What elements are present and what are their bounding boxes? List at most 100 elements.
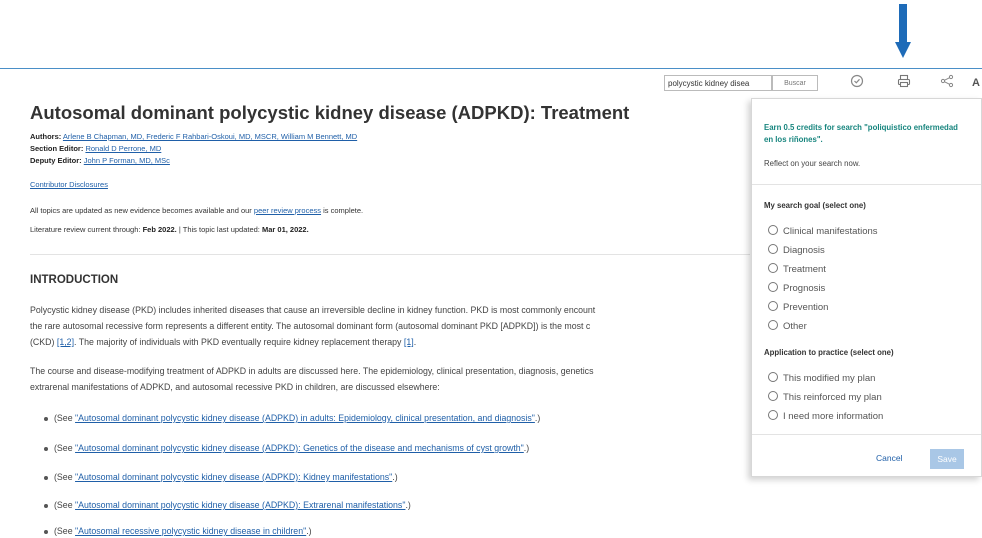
p1-line-1: Polycystic kidney disease (PKD) includes… — [30, 305, 596, 315]
radio-reinforced-plan[interactable]: This reinforced my plan — [768, 391, 882, 403]
bullet-dot-icon — [44, 529, 48, 534]
panel-footer-divider — [752, 434, 981, 435]
update-policy-line: All topics are updated as new evidence b… — [30, 206, 363, 215]
radio-icon[interactable] — [768, 282, 778, 292]
see-suffix: .) — [534, 413, 541, 423]
radio-icon[interactable] — [768, 320, 778, 330]
topic-link-adpkd-kidney[interactable]: "Autosomal dominant polycystic kidney di… — [75, 472, 392, 482]
reference-link-1-2[interactable]: [1,2] — [57, 337, 74, 347]
radio-icon[interactable] — [768, 372, 778, 382]
updated-label: | This topic last updated: — [178, 225, 260, 234]
authors-line: Authors: Arlene B Chapman, MD, Frederic … — [30, 132, 357, 141]
option-label: Diagnosis — [783, 245, 825, 256]
update-text-pre: All topics are updated as new evidence b… — [30, 206, 252, 215]
see-suffix: .) — [405, 500, 411, 510]
bullet-dot-icon — [44, 475, 48, 480]
list-item: (See "Autosomal dominant polycystic kidn… — [44, 500, 411, 510]
review-date: Feb 2022. — [142, 225, 177, 234]
option-label: Other — [783, 321, 807, 332]
see-prefix: (See — [54, 413, 73, 423]
see-suffix: .) — [392, 472, 398, 482]
save-button[interactable]: Save — [930, 449, 964, 469]
reflect-text: Reflect on your search now. — [764, 159, 861, 168]
deputy-editor-label: Deputy Editor: — [30, 156, 82, 165]
list-item: (See "Autosomal dominant polycystic kidn… — [44, 413, 540, 423]
p1-line-2: the rare autosomal recessive form repres… — [30, 321, 591, 331]
authors-label: Authors: — [30, 132, 62, 141]
reference-link-1[interactable]: [1] — [404, 337, 414, 347]
radio-treatment[interactable]: Treatment — [768, 263, 826, 275]
section-editor-line: Section Editor: Ronald D Perrone, MD — [30, 144, 161, 153]
radio-prognosis[interactable]: Prognosis — [768, 282, 825, 294]
radio-other[interactable]: Other — [768, 320, 807, 332]
divider — [30, 254, 750, 255]
review-label: Literature review current through: — [30, 225, 141, 234]
cancel-button[interactable]: Cancel — [876, 453, 902, 463]
contributor-disclosures-line: Contributor Disclosures — [30, 180, 108, 189]
deputy-editor-line: Deputy Editor: John P Forman, MD, MSc — [30, 156, 170, 165]
radio-icon[interactable] — [768, 244, 778, 254]
p2-line-2: extrarenal manifestations of ADPKD, and … — [30, 382, 440, 392]
see-prefix: (See — [54, 500, 73, 510]
print-icon[interactable] — [896, 74, 912, 92]
toolbar: Buscar A — [0, 68, 982, 97]
see-prefix: (See — [54, 443, 73, 453]
radio-icon[interactable] — [768, 301, 778, 311]
section-editor-link[interactable]: Ronald D Perrone, MD — [85, 144, 161, 153]
radio-icon[interactable] — [768, 410, 778, 420]
share-icon[interactable] — [939, 74, 955, 92]
search-button[interactable]: Buscar — [772, 75, 818, 91]
radio-prevention[interactable]: Prevention — [768, 301, 828, 313]
topic-link-adpkd-extrarenal[interactable]: "Autosomal dominant polycystic kidney di… — [75, 500, 405, 510]
option-label: I need more information — [783, 411, 884, 422]
radio-clinical-manifestations[interactable]: Clinical manifestations — [768, 225, 878, 237]
bullet-dot-icon — [44, 446, 48, 451]
bullet-dot-icon — [44, 503, 48, 508]
option-label: This reinforced my plan — [783, 392, 882, 403]
p2-line-1: The course and disease-modifying treatme… — [30, 366, 594, 376]
radio-diagnosis[interactable]: Diagnosis — [768, 244, 825, 256]
authors-link[interactable]: Arlene B Chapman, MD, Frederic F Rahbari… — [63, 132, 357, 141]
option-label: Clinical manifestations — [783, 226, 878, 237]
updated-date: Mar 01, 2022. — [261, 225, 309, 234]
radio-icon[interactable] — [768, 225, 778, 235]
section-editor-label: Section Editor: — [30, 144, 84, 153]
list-item: (See "Autosomal dominant polycystic kidn… — [44, 472, 398, 482]
list-item: (See "Autosomal recessive polycystic kid… — [44, 526, 312, 536]
see-suffix: .) — [523, 443, 530, 453]
update-text-post: is complete. — [323, 206, 364, 215]
p1-line-3-c: . — [413, 337, 417, 347]
review-dates-line: Literature review current through: Feb 2… — [30, 225, 309, 234]
font-size-icon[interactable]: A — [970, 74, 982, 92]
topic-link-arpkd-children[interactable]: "Autosomal recessive polycystic kidney d… — [75, 526, 306, 536]
topic-link-adpkd-epidemiology[interactable]: "Autosomal dominant polycystic kidney di… — [75, 413, 535, 423]
radio-need-more-info[interactable]: I need more information — [768, 410, 883, 422]
annotation-arrow-icon — [895, 4, 911, 58]
contributor-disclosures-link[interactable]: Contributor Disclosures — [30, 180, 108, 189]
topic-link-adpkd-genetics[interactable]: "Autosomal dominant polycystic kidney di… — [75, 443, 524, 453]
list-item: (See "Autosomal dominant polycystic kidn… — [44, 443, 529, 453]
search-reflection-panel: Earn 0.5 credits for search "poliquistic… — [751, 98, 982, 477]
panel-header: Earn 0.5 credits for search "poliquistic… — [752, 99, 981, 185]
p1-line-3-a: (CKD) — [30, 337, 55, 347]
peer-review-link[interactable]: peer review process — [254, 206, 321, 215]
radio-modified-plan[interactable]: This modified my plan — [768, 372, 875, 384]
application-heading: Application to practice (select one) — [764, 348, 894, 357]
radio-icon[interactable] — [768, 391, 778, 401]
intro-paragraph-2: The course and disease-modifying treatme… — [30, 363, 750, 395]
p1-line-3-b: . The majority of individuals with PKD e… — [74, 337, 402, 347]
bullet-dot-icon — [44, 416, 48, 421]
option-label: Treatment — [783, 264, 826, 275]
intro-paragraph-1: Polycystic kidney disease (PKD) includes… — [30, 302, 750, 350]
deputy-editor-link[interactable]: John P Forman, MD, MSc — [84, 156, 170, 165]
see-suffix: .) — [306, 526, 312, 536]
search-input[interactable] — [664, 75, 772, 91]
search-goal-heading: My search goal (select one) — [764, 201, 866, 210]
check-circle-icon[interactable] — [849, 74, 865, 92]
option-label: This modified my plan — [783, 373, 876, 384]
section-heading-introduction: INTRODUCTION — [30, 274, 119, 286]
see-prefix: (See — [54, 526, 73, 536]
radio-icon[interactable] — [768, 263, 778, 273]
page-top-margin — [0, 0, 982, 68]
see-prefix: (See — [54, 472, 73, 482]
